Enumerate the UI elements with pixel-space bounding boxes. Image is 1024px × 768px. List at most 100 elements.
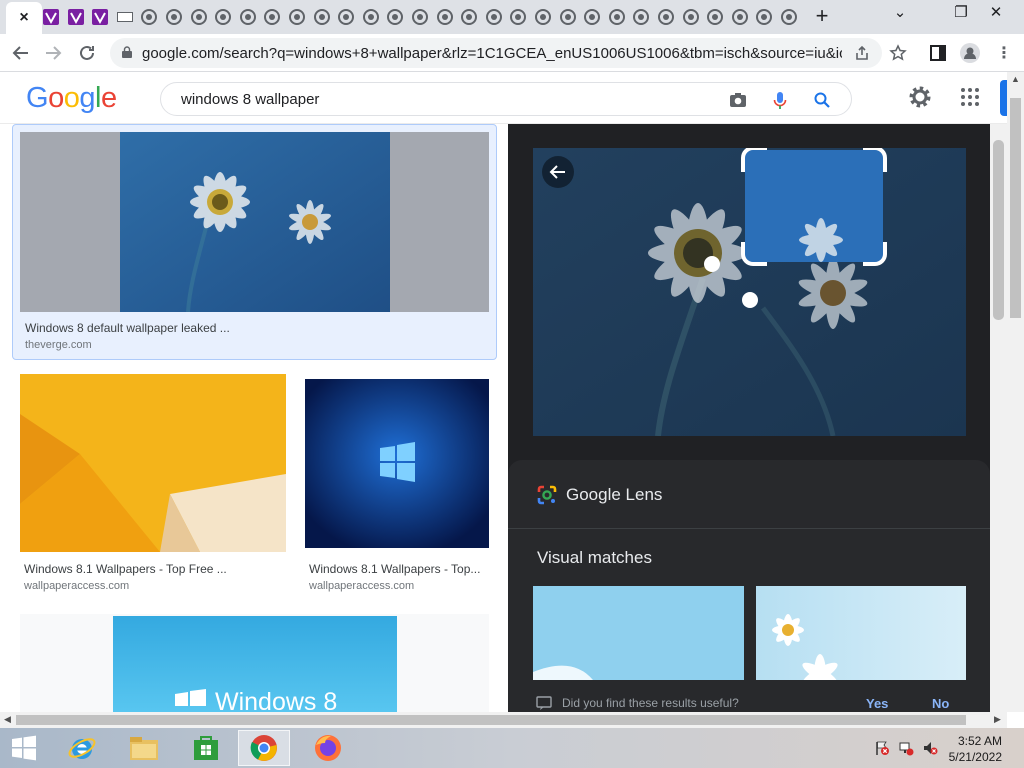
result-card[interactable]: Windows 8 default wallpaper leaked ... t… [12, 124, 497, 360]
result-title[interactable]: Windows 8.1 Wallpapers - Top Free ... [24, 562, 227, 576]
search-box[interactable]: windows 8 wallpaper [160, 82, 852, 116]
browser-tab[interactable] [237, 5, 259, 29]
lens-object-dot[interactable] [704, 256, 720, 272]
lens-selected-image[interactable] [533, 148, 966, 436]
browser-tab[interactable] [630, 5, 652, 29]
browser-tab[interactable] [384, 5, 406, 29]
internet-explorer-icon [68, 738, 96, 759]
browser-tab[interactable] [680, 5, 702, 29]
lens-back-button[interactable] [542, 156, 574, 188]
browser-tab[interactable] [753, 5, 775, 29]
microphone-icon[interactable] [769, 89, 791, 111]
tab-search-button[interactable]: ⌄ [886, 0, 914, 24]
share-icon[interactable] [854, 45, 870, 61]
flag-alert-icon[interactable] [874, 740, 890, 756]
browser-tab[interactable] [89, 5, 111, 29]
start-button[interactable] [0, 730, 48, 766]
browser-tab[interactable] [704, 5, 726, 29]
address-bar[interactable]: google.com/search?q=windows+8+wallpaper&… [110, 38, 882, 68]
browser-tab[interactable] [212, 5, 234, 29]
taskbar-internet-explorer[interactable] [56, 730, 108, 766]
result-source[interactable]: wallpaperaccess.com [24, 580, 129, 592]
browser-tab[interactable] [311, 5, 333, 29]
search-icon[interactable] [811, 89, 833, 111]
profile-button[interactable] [958, 41, 982, 65]
browser-tab[interactable] [557, 5, 579, 29]
forward-button[interactable] [40, 40, 66, 66]
vivaldi-icon [92, 9, 109, 25]
browser-tab[interactable] [163, 5, 185, 29]
result-thumbnail[interactable] [305, 379, 489, 548]
lens-crop-region[interactable] [741, 148, 887, 266]
back-button[interactable] [8, 40, 34, 66]
result-source[interactable]: theverge.com [25, 339, 92, 351]
browser-tab[interactable] [409, 5, 431, 29]
result-thumbnail[interactable] [20, 374, 286, 552]
visual-match-thumbnail[interactable] [533, 586, 744, 680]
browser-tab[interactable] [483, 5, 505, 29]
browser-tab[interactable] [138, 5, 160, 29]
result-card[interactable]: Windows 8.1 Wallpapers - Top Free ... wa… [20, 374, 286, 594]
network-icon[interactable] [898, 740, 914, 756]
bookmark-star-button[interactable] [886, 41, 910, 65]
browser-tab[interactable] [188, 5, 210, 29]
result-card[interactable]: Windows 8.1 Wallpapers - Top... wallpape… [305, 379, 489, 594]
taskbar-file-explorer[interactable] [118, 730, 170, 766]
browser-tab[interactable] [360, 5, 382, 29]
scrollbar-thumb[interactable] [16, 715, 966, 725]
result-title[interactable]: Windows 8.1 Wallpapers - Top... [309, 562, 489, 576]
active-tab[interactable]: × [6, 2, 42, 34]
browser-tab[interactable] [581, 5, 603, 29]
sign-in-button-edge[interactable] [1000, 80, 1007, 116]
taskbar-chrome[interactable] [238, 730, 290, 766]
volume-muted-icon[interactable] [922, 740, 938, 756]
browser-tab[interactable] [507, 5, 529, 29]
scroll-up-arrow[interactable]: ▲ [1011, 74, 1020, 84]
scrollbar-thumb[interactable] [993, 140, 1004, 320]
feedback-yes-button[interactable]: Yes [866, 696, 888, 711]
scroll-left-arrow[interactable]: ◀ [4, 714, 11, 725]
result-thumbnail[interactable]: Windows 8 [113, 616, 397, 712]
feedback-no-button[interactable]: No [932, 696, 949, 711]
browser-tab[interactable] [286, 5, 308, 29]
result-source[interactable]: wallpaperaccess.com [309, 580, 414, 592]
browser-menu-button[interactable]: ⋮ [992, 41, 1016, 65]
new-tab-button[interactable]: + [810, 4, 834, 28]
apps-grid-icon[interactable] [960, 87, 980, 107]
browser-tab[interactable] [778, 5, 800, 29]
result-title[interactable]: Windows 8 default wallpaper leaked ... [25, 321, 230, 335]
restore-window-button[interactable]: ❐ [946, 0, 976, 24]
scrollbar-thumb[interactable] [1010, 98, 1021, 318]
google-logo[interactable]: Google [26, 82, 117, 115]
camera-icon[interactable] [727, 89, 749, 111]
page-vertical-scrollbar[interactable]: ▲ [1007, 72, 1024, 712]
taskbar-firefox[interactable] [302, 730, 354, 766]
page-horizontal-scrollbar[interactable]: ◀ ▶ [0, 712, 1007, 728]
reload-button[interactable] [74, 40, 100, 66]
browser-tab[interactable] [729, 5, 751, 29]
browser-tab[interactable] [261, 5, 283, 29]
close-window-button[interactable]: ✕ [976, 0, 1016, 24]
taskbar-store[interactable] [180, 730, 232, 766]
result-thumbnail[interactable] [20, 132, 489, 312]
browser-tab[interactable] [434, 5, 456, 29]
system-clock[interactable]: 3:52 AM 5/21/2022 [949, 733, 1002, 765]
lens-object-dot[interactable] [742, 292, 758, 308]
browser-tab[interactable] [40, 5, 62, 29]
browser-tab[interactable] [655, 5, 677, 29]
settings-gear-icon[interactable] [908, 85, 932, 109]
browser-tab[interactable] [458, 5, 480, 29]
scroll-right-arrow[interactable]: ▶ [994, 714, 1001, 725]
browser-tab[interactable] [65, 5, 87, 29]
browser-tab[interactable] [335, 5, 357, 29]
side-panel-button[interactable] [926, 41, 950, 65]
close-tab-icon[interactable]: × [19, 9, 28, 27]
browser-tab[interactable] [606, 5, 628, 29]
result-card[interactable]: Windows 8 [20, 614, 489, 712]
browser-tab[interactable] [114, 5, 136, 29]
browser-tab[interactable] [532, 5, 554, 29]
lens-scrollbar[interactable] [990, 124, 1007, 712]
visual-match-thumbnail[interactable] [756, 586, 966, 680]
google-lens-panel: Google Lens Visual matches Did you find … [508, 124, 990, 712]
search-input[interactable]: windows 8 wallpaper [181, 91, 319, 108]
